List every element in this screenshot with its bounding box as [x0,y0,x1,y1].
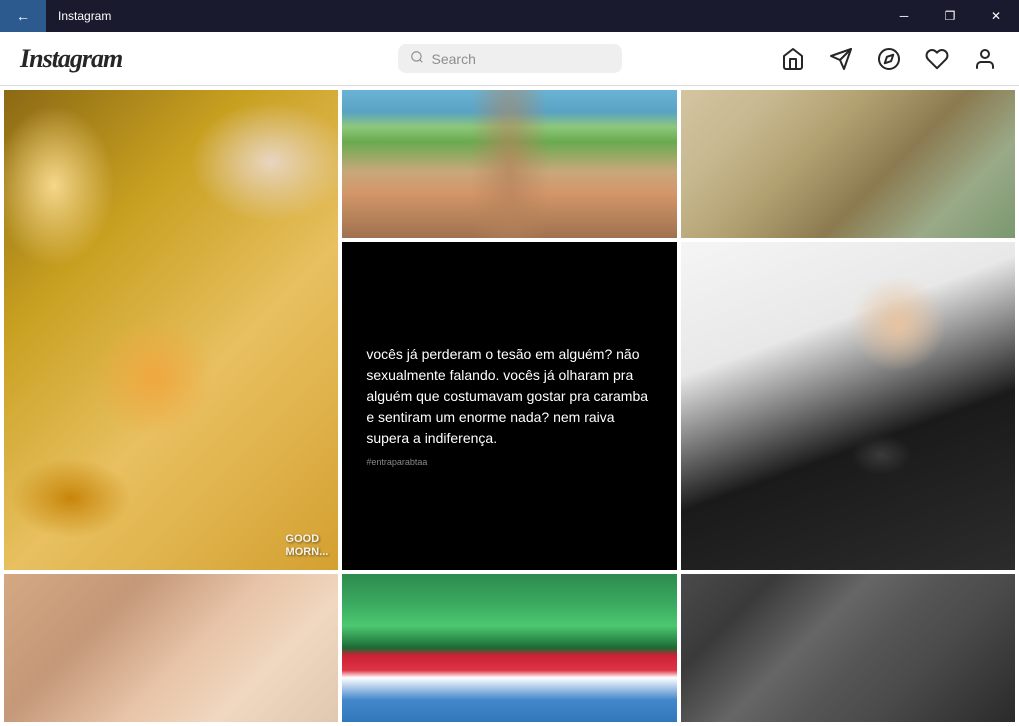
post-food-breakfast[interactable]: GOODMORN... [4,90,338,570]
back-button[interactable]: ← [0,0,46,32]
post-bikini[interactable] [342,90,676,238]
window-controls: ─ ❐ ✕ [881,0,1019,32]
explore-button[interactable] [875,45,903,73]
profile-button[interactable] [971,45,999,73]
post-woman-hat[interactable] [342,574,676,722]
post-couple-bw[interactable] [681,574,1015,722]
search-icon [410,50,424,67]
minimize-button[interactable]: ─ [881,0,927,32]
search-input[interactable] [432,51,610,67]
post-black-text[interactable]: vocês já perderam o tesão em alguém? não… [342,242,676,569]
heart-button[interactable] [923,45,951,73]
post-woman-glasses[interactable] [4,574,338,722]
search-container [398,44,622,73]
post-text-content: vocês já perderam o tesão em alguém? não… [366,344,652,449]
titlebar-title: Instagram [46,9,881,23]
header: Instagram [0,32,1019,86]
post-reptile[interactable] [681,90,1015,238]
nav-icons [779,45,999,73]
feed-grid: GOODMORN... vocês já perderam o tesão em… [0,86,1019,726]
post-soccer-player[interactable] [681,242,1015,569]
search-box[interactable] [398,44,622,73]
maximize-button[interactable]: ❐ [927,0,973,32]
titlebar: ← Instagram ─ ❐ ✕ [0,0,1019,32]
send-button[interactable] [827,45,855,73]
home-button[interactable] [779,45,807,73]
post-overlay-text: GOODMORN... [286,533,329,559]
instagram-logo[interactable]: Instagram [20,44,140,74]
post-text-tag: #entraparabtaa [366,457,427,467]
close-button[interactable]: ✕ [973,0,1019,32]
